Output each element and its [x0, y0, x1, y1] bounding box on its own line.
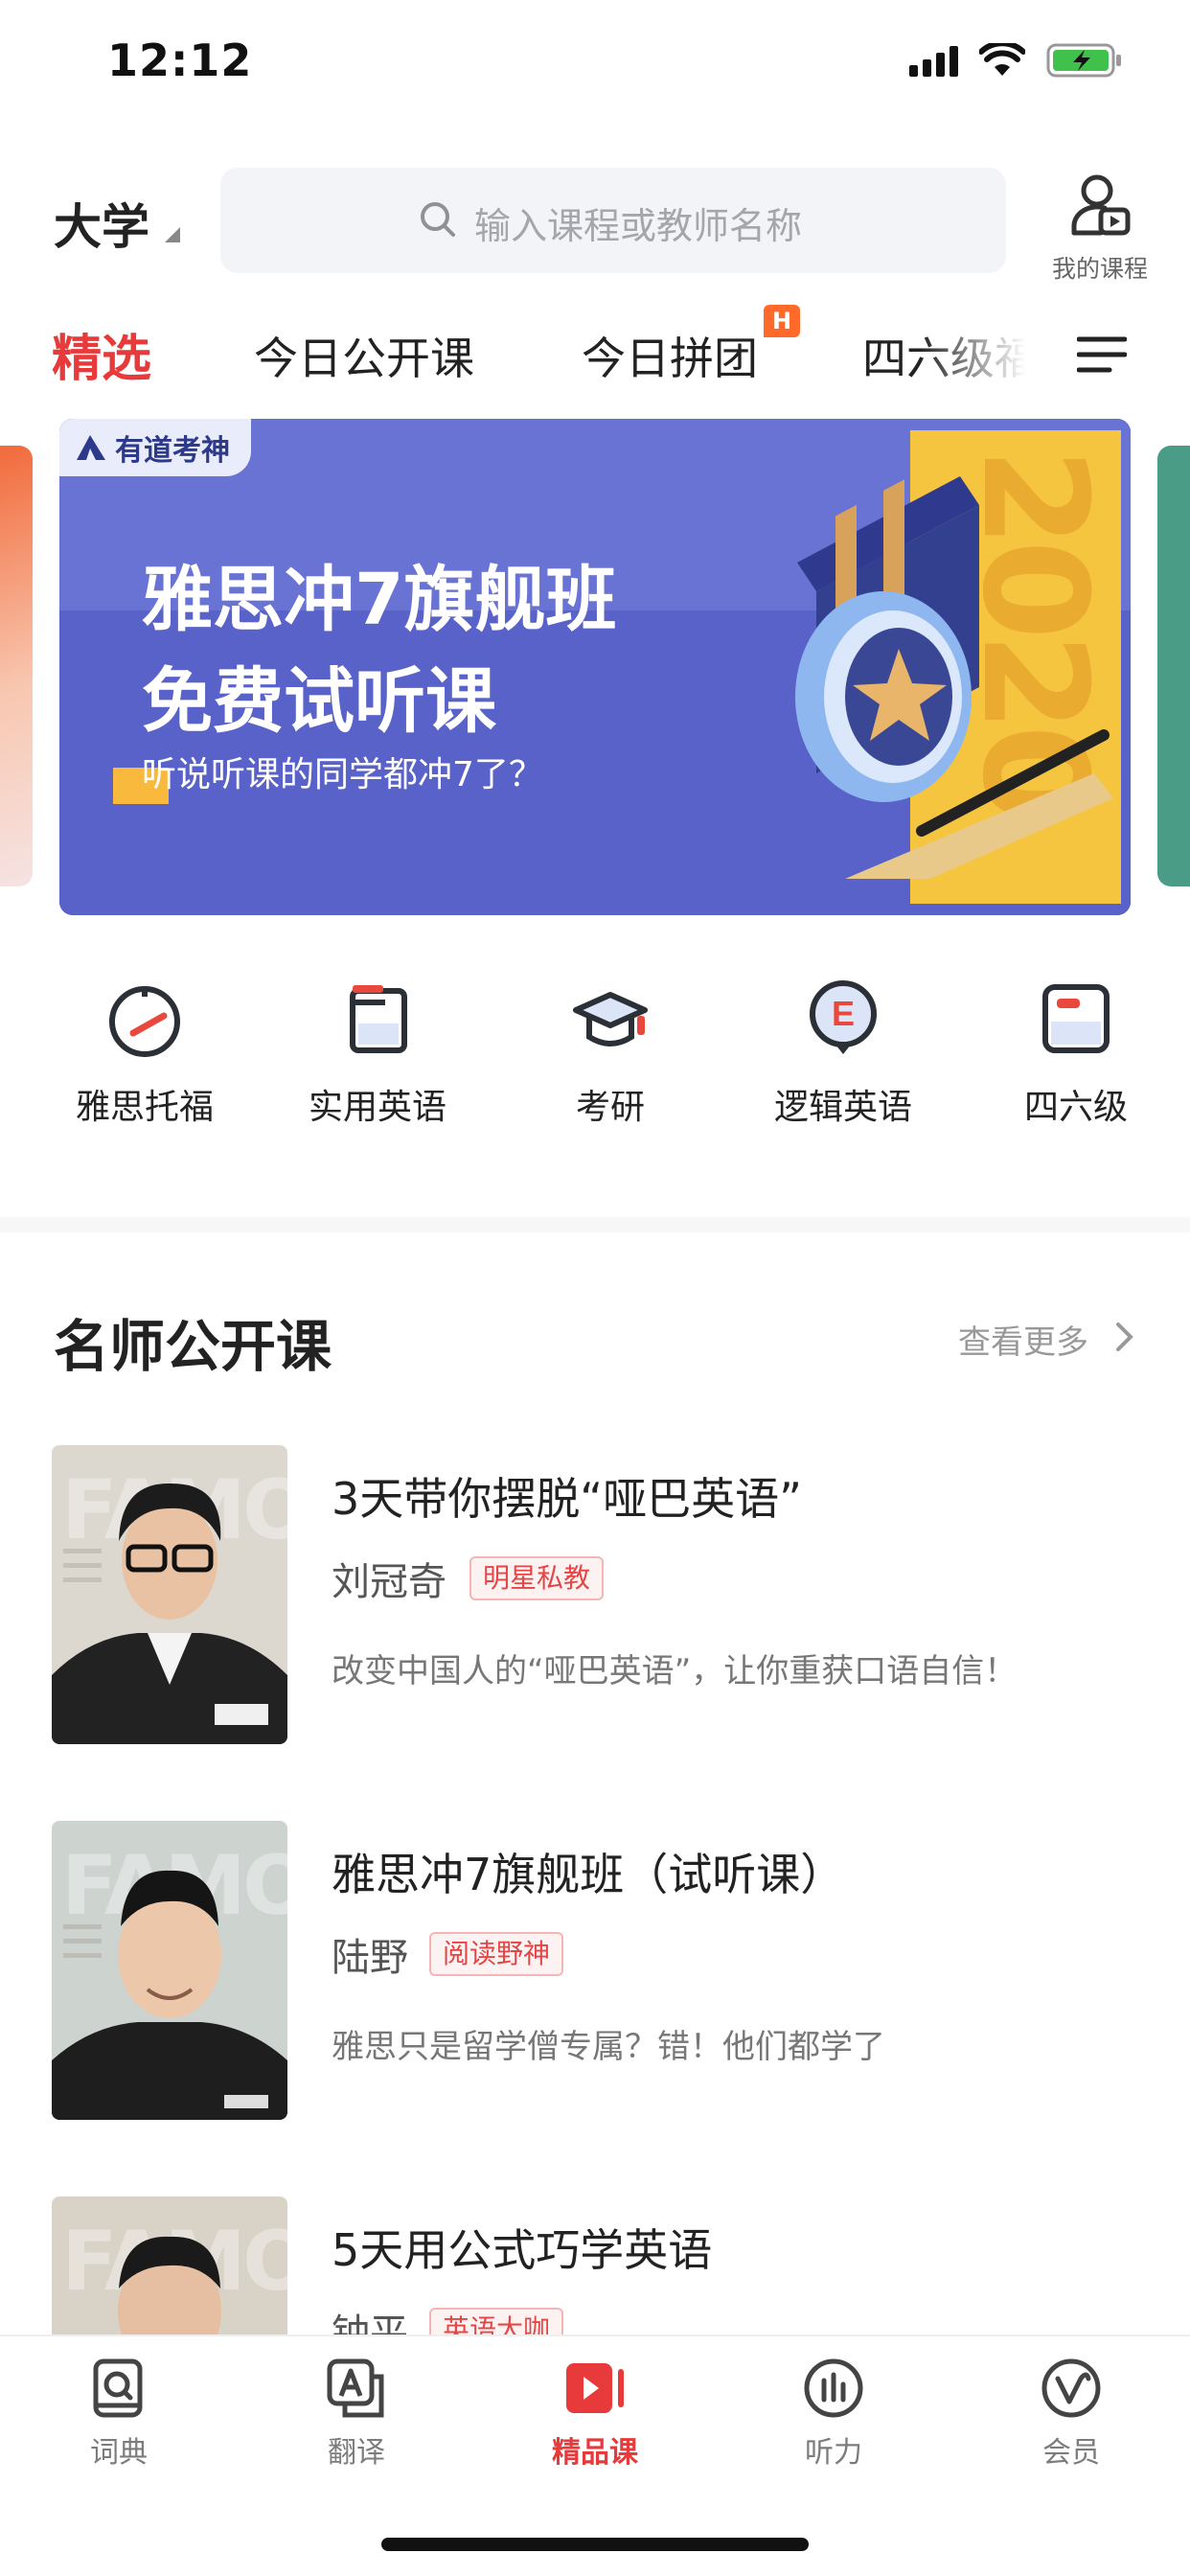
banner-subtitle: 听说听课的同学都冲7了？ — [142, 755, 543, 794]
tab-dictionary[interactable]: 词典 — [42, 2358, 195, 2471]
grade-selector[interactable]: 大学 — [54, 189, 149, 258]
chevron-right-icon[interactable] — [1114, 1321, 1135, 1353]
banner-brand-logo: 有道考神 — [59, 419, 251, 476]
search-input[interactable]: 输入课程或教师名称 — [220, 168, 1006, 273]
category-label: 实用英语 — [308, 1088, 446, 1127]
my-courses-icon — [1071, 174, 1131, 236]
status-time: 12:12 — [107, 34, 253, 86]
category-label: 逻辑英语 — [773, 1088, 912, 1127]
vip-icon — [1041, 2358, 1101, 2418]
teacher-portrait-icon — [52, 1483, 287, 1744]
gauge-icon — [109, 986, 180, 1057]
category-label: 四六级 — [1023, 1088, 1128, 1127]
search-icon — [421, 202, 455, 237]
tabs-fade — [920, 316, 1044, 393]
tab-open-class[interactable]: 今日公开课 — [254, 324, 474, 387]
translate-icon — [327, 2358, 384, 2418]
status-icons — [909, 42, 1123, 79]
my-courses-button[interactable]: 我的课程 — [1042, 172, 1157, 285]
category-grid: 雅思托福 实用英语 考研 E 逻辑英语 四六级 — [0, 978, 1190, 1140]
battery-charging-icon — [1046, 43, 1121, 78]
tab-vip[interactable]: 会员 — [995, 2358, 1148, 2471]
menu-icon[interactable] — [1077, 335, 1127, 374]
teacher-tag: 明星私教 — [469, 1556, 605, 1600]
tab-featured[interactable]: 精选 — [52, 318, 151, 390]
tab-label: 精品课 — [552, 2436, 638, 2470]
course-title: 3天带你摆脱“哑巴英语” — [332, 1473, 802, 1525]
course-description: 雅思只是留学僧专属？错！他们都学了 — [332, 2028, 885, 2066]
teacher-photo: FAMOUS — [52, 1821, 287, 2120]
header: 大学 输入课程或教师名称 我的课程 — [0, 168, 1190, 283]
my-courses-label: 我的课程 — [1051, 255, 1148, 283]
see-more-link[interactable]: 查看更多 — [958, 1316, 1088, 1363]
e-badge-icon: E — [810, 980, 877, 1054]
teacher-photo: FAMOUS — [52, 1445, 287, 1744]
category-label: 雅思托福 — [75, 1088, 214, 1127]
dictionary-icon — [93, 2358, 143, 2418]
teacher-name: 刘冠奇 — [332, 1560, 446, 1604]
teacher-name: 陆野 — [332, 1936, 408, 1980]
category-logic-english[interactable]: E 逻辑英语 — [738, 978, 949, 1129]
brand-logo-icon — [77, 435, 105, 460]
course-title: 5天用公式巧学英语 — [332, 2224, 713, 2276]
hot-badge: H — [764, 305, 800, 337]
wifi-icon — [979, 43, 1025, 76]
banner-prev-peek[interactable] — [0, 446, 33, 886]
svg-text:E: E — [832, 994, 855, 1033]
trophy-illustration-icon — [795, 476, 1113, 879]
teacher-portrait-icon — [52, 1870, 287, 2120]
banner-title-line2: 免费试听课 — [142, 660, 496, 743]
category-tabs: 精选 今日公开课 今日拼团 H 四六级福 — [0, 305, 1190, 393]
status-bar: 12:12 — [0, 0, 1190, 134]
tab-label: 听力 — [805, 2436, 862, 2470]
tab-label: 词典 — [90, 2436, 148, 2470]
tab-label: 会员 — [1042, 2436, 1100, 2470]
home-indicator[interactable] — [381, 2538, 809, 2551]
tab-label: 翻译 — [328, 2436, 385, 2470]
search-placeholder: 输入课程或教师名称 — [474, 205, 803, 247]
section-title: 名师公开课 — [54, 1314, 332, 1379]
tab-premium-course[interactable]: 精品课 — [518, 2358, 672, 2471]
course-title: 雅思冲7旗舰班（试听课） — [332, 1849, 845, 1900]
caret-down-icon — [165, 227, 180, 242]
listening-icon — [804, 2358, 863, 2418]
section-divider — [0, 1217, 1190, 1232]
cellular-signal-icon — [909, 44, 958, 77]
tab-group-buy[interactable]: 今日拼团 — [582, 324, 758, 387]
banner-title-line1: 雅思冲7旗舰班 — [142, 559, 617, 641]
category-practical-english[interactable]: 实用英语 — [272, 978, 483, 1129]
banner-next-peek[interactable] — [1157, 446, 1190, 886]
tab-listening[interactable]: 听力 — [757, 2358, 910, 2471]
course-card[interactable]: FAMOUS 雅思冲7旗舰班（试听课） 陆野 阅读野神 雅思只是留学僧专属？错！… — [52, 1821, 1154, 2120]
premium-course-icon — [566, 2363, 624, 2413]
graduation-cap-icon — [573, 992, 648, 1046]
category-postgrad[interactable]: 考研 — [505, 978, 716, 1129]
category-label: 考研 — [575, 1088, 645, 1127]
banner-brand-text: 有道考神 — [115, 434, 230, 468]
book-icon — [350, 985, 407, 1053]
category-ielts-toefl[interactable]: 雅思托福 — [39, 978, 250, 1129]
teacher-tag: 阅读野神 — [429, 1932, 564, 1976]
category-cet[interactable]: 四六级 — [971, 978, 1181, 1129]
tab-translate[interactable]: 翻译 — [280, 2358, 433, 2471]
notebook-icon — [1042, 984, 1110, 1053]
course-description: 改变中国人的“哑巴英语”，让你重获口语自信！ — [332, 1652, 1018, 1690]
banner-title: 雅思冲7旗舰班 免费试听课 — [142, 549, 617, 752]
course-card[interactable]: FAMOUS 3天带你摆脱“哑巴英语” 刘冠奇 明星私教 改变中国人的“哑巴英语… — [52, 1445, 1154, 1744]
promo-banner[interactable]: 2020 有道考神 雅思冲7旗舰班 免费试听课 听说听课的同学都冲7了？ — [59, 419, 1131, 915]
